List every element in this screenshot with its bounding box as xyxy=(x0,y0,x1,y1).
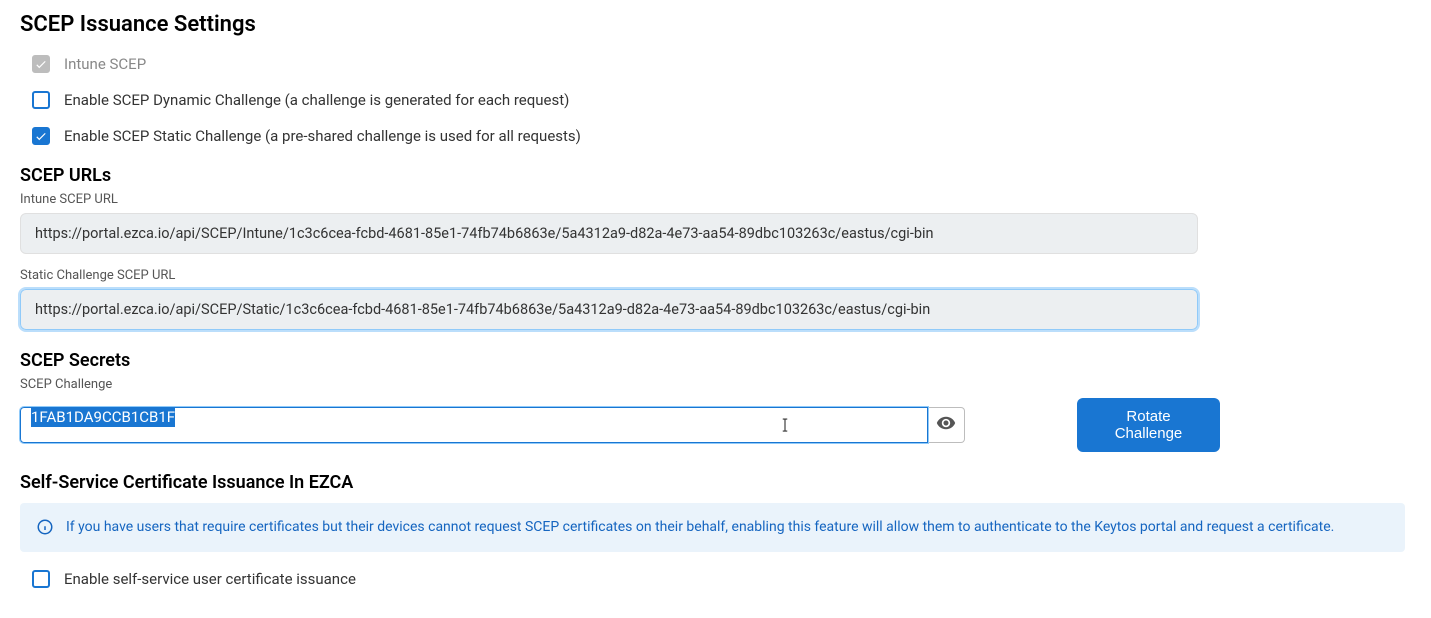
challenge-value: 1FAB1DA9CCB1CB1F xyxy=(31,407,175,427)
info-text: If you have users that require certifica… xyxy=(66,517,1334,538)
intune-url-label: Intune SCEP URL xyxy=(20,192,1411,207)
scep-secrets-title: SCEP Secrets xyxy=(20,350,1411,371)
challenge-input[interactable]: 1FAB1DA9CCB1CB1F xyxy=(20,407,928,443)
dynamic-challenge-checkbox[interactable] xyxy=(32,91,50,109)
static-challenge-row[interactable]: Enable SCEP Static Challenge (a pre-shar… xyxy=(32,127,1411,145)
self-service-row[interactable]: Enable self-service user certificate iss… xyxy=(32,570,1411,588)
scep-urls-title: SCEP URLs xyxy=(20,165,1411,186)
static-challenge-label: Enable SCEP Static Challenge (a pre-shar… xyxy=(64,127,581,145)
dynamic-challenge-label: Enable SCEP Dynamic Challenge (a challen… xyxy=(64,91,569,109)
info-icon xyxy=(36,518,54,536)
dynamic-challenge-row[interactable]: Enable SCEP Dynamic Challenge (a challen… xyxy=(32,91,1411,109)
scep-issuance-title: SCEP Issuance Settings xyxy=(20,12,1411,37)
static-challenge-checkbox[interactable] xyxy=(32,127,50,145)
static-url-label: Static Challenge SCEP URL xyxy=(20,268,1411,283)
eye-icon xyxy=(936,413,956,437)
intune-url-field[interactable]: https://portal.ezca.io/api/SCEP/Intune/1… xyxy=(20,213,1198,254)
static-url-field[interactable]: https://portal.ezca.io/api/SCEP/Static/1… xyxy=(20,289,1198,330)
self-service-label: Enable self-service user certificate iss… xyxy=(64,570,356,588)
challenge-label: SCEP Challenge xyxy=(20,377,1411,392)
intune-scep-checkbox xyxy=(32,55,50,73)
self-service-title: Self-Service Certificate Issuance In EZC… xyxy=(20,472,1411,493)
info-banner: If you have users that require certifica… xyxy=(20,503,1405,552)
intune-scep-label: Intune SCEP xyxy=(64,55,146,73)
self-service-checkbox[interactable] xyxy=(32,570,50,588)
toggle-visibility-button[interactable] xyxy=(928,407,965,443)
rotate-challenge-button[interactable]: Rotate Challenge xyxy=(1077,398,1220,452)
intune-scep-row: Intune SCEP xyxy=(32,55,1411,73)
